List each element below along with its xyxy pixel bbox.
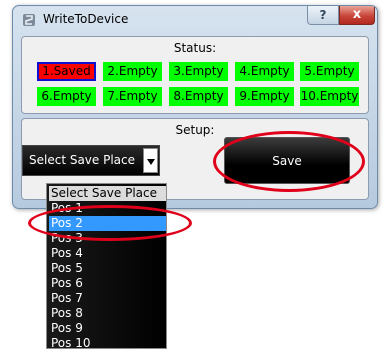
list-item-pos-8[interactable]: Pos 8 bbox=[49, 306, 166, 321]
status-slot-4: 4.Empty bbox=[235, 62, 294, 81]
status-slot-1: 1.Saved bbox=[37, 62, 96, 81]
window-title: WriteToDevice bbox=[43, 12, 129, 26]
setup-title: Setup: bbox=[175, 123, 215, 137]
save-place-dropdown[interactable]: Select Save Place bbox=[22, 145, 160, 176]
status-slot-6: 6.Empty bbox=[37, 87, 96, 106]
save-place-listbox[interactable]: Select Save Place Pos 1 Pos 2 Pos 3 Pos … bbox=[46, 183, 167, 349]
status-slot-7: 7.Empty bbox=[103, 87, 162, 106]
status-title: Status: bbox=[173, 41, 217, 55]
status-slot-8: 8.Empty bbox=[169, 87, 228, 106]
list-item-pos-3[interactable]: Pos 3 bbox=[49, 231, 166, 246]
save-button[interactable]: Save bbox=[224, 137, 350, 184]
dropdown-value: Select Save Place bbox=[29, 153, 136, 167]
app-icon bbox=[23, 14, 35, 26]
list-item-pos-9[interactable]: Pos 9 bbox=[49, 321, 166, 336]
list-item-select-save-place[interactable]: Select Save Place bbox=[49, 186, 166, 201]
list-item-pos-10[interactable]: Pos 10 bbox=[49, 336, 166, 348]
chevron-down-icon[interactable] bbox=[143, 148, 158, 173]
status-slot-10: 10.Empty bbox=[300, 87, 359, 106]
help-button[interactable]: ? bbox=[307, 6, 339, 25]
status-slot-9: 9.Empty bbox=[235, 87, 294, 106]
status-slot-2: 2.Empty bbox=[103, 62, 162, 81]
title-bar[interactable]: WriteToDevice ? x bbox=[13, 6, 377, 34]
list-item-pos-2[interactable]: Pos 2 bbox=[49, 216, 166, 231]
list-item-pos-5[interactable]: Pos 5 bbox=[49, 261, 166, 276]
list-item-pos-1[interactable]: Pos 1 bbox=[49, 201, 166, 216]
status-slot-5: 5.Empty bbox=[300, 62, 359, 81]
status-slot-3: 3.Empty bbox=[169, 62, 228, 81]
list-item-pos-4[interactable]: Pos 4 bbox=[49, 246, 166, 261]
list-item-pos-7[interactable]: Pos 7 bbox=[49, 291, 166, 306]
list-item-pos-6[interactable]: Pos 6 bbox=[49, 276, 166, 291]
close-button[interactable]: x bbox=[339, 6, 375, 25]
status-panel: Status: 1.Saved 2.Empty 3.Empty 4.Empty … bbox=[21, 36, 369, 114]
